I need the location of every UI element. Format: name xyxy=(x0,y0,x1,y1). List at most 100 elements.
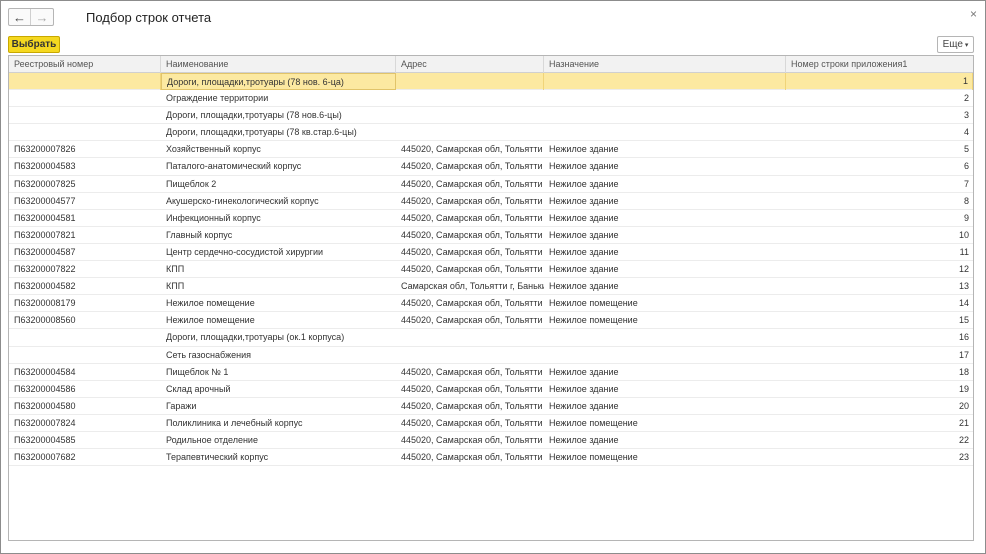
cell-registry-number: П63200004580 xyxy=(14,400,76,411)
cell-registry-number: П63200004584 xyxy=(14,366,76,377)
cell-address: Самарская обл, Тольятти г, Банькина... xyxy=(401,281,544,292)
cell-address: 445020, Самарская обл, Тольятти г, Б... xyxy=(401,383,544,394)
cell-row-number: 20 xyxy=(958,400,969,411)
cell-purpose xyxy=(544,347,786,364)
table-row[interactable]: Дороги, площадки,тротуары (78 нов. 6-ца)… xyxy=(9,73,973,91)
cell-purpose: Нежилое помещение xyxy=(549,298,638,309)
cell-registry-number: П63200007821 xyxy=(14,229,76,240)
table-row[interactable]: П63200004584 Пищеблок № 1 445020, Самарска… xyxy=(9,364,973,381)
cell-name: Нежилое помещение xyxy=(166,298,255,309)
cell-address: 445020, Самарская обл, Тольятти г, Б... xyxy=(401,400,544,411)
cell-purpose: Нежилое помещение xyxy=(549,417,638,428)
rows-table[interactable]: Реестровый номер Наименование Адрес Назн… xyxy=(8,55,974,541)
cell-row-number: 23 xyxy=(958,452,969,463)
cell-address: 445020, Самарская обл, Тольятти г, Б... xyxy=(401,452,544,463)
table-row[interactable]: П63200004580 Гаражи 445020, Самарская обл,… xyxy=(9,398,973,415)
cell-name: Хозяйственный корпус xyxy=(166,144,261,155)
cell-registry-number: П63200004586 xyxy=(14,383,76,394)
cell-purpose xyxy=(544,73,786,90)
cell-row-number: 14 xyxy=(958,298,969,309)
cell-registry-number: П63200007826 xyxy=(14,144,76,155)
table-row[interactable]: П63200007822 КПП 445020, Самарская обл, То… xyxy=(9,261,973,279)
cell-name: Родильное отделение xyxy=(166,434,258,445)
cell-purpose: Нежилое здание xyxy=(549,383,619,394)
cell-registry-number xyxy=(9,107,161,124)
cell-address: 445020, Самарская обл, Тольятти г, Б... xyxy=(401,417,544,428)
cell-registry-number: П63200004585 xyxy=(14,434,76,445)
forward-arrow-icon[interactable]: → xyxy=(31,9,53,25)
cell-address: 445020, Самарская обл, Тольятти г, Б... xyxy=(401,195,544,206)
table-row[interactable]: П63200004583 Паталого-анатомический корпу… xyxy=(9,158,973,176)
table-row[interactable]: Сеть газоснабжения 17 xyxy=(9,347,973,364)
cell-address: 445020, Самарская обл, Тольятти г, Б... xyxy=(401,178,544,189)
cell-registry-number: П63200008560 xyxy=(14,315,76,326)
cell-name: Центр сердечно-сосудистой хирургии xyxy=(166,246,323,257)
cell-address: 445020, Самарская обл, Тольятти г, Б... xyxy=(401,264,544,275)
table-row[interactable]: П63200007824 Поликлиника и лечебный корпу… xyxy=(9,415,973,432)
table-row[interactable]: П63200004585 Родильное отделение 445020, С… xyxy=(9,432,973,450)
table-row[interactable]: П63200007682 Терапевтический корпус 445020… xyxy=(9,449,973,467)
cell-name: Склад арочный xyxy=(166,383,231,394)
cell-row-number: 1 xyxy=(786,73,973,90)
cell-name: Терапевтический корпус xyxy=(166,452,269,463)
cell-registry-number xyxy=(9,347,161,364)
column-header-address[interactable]: Адрес xyxy=(396,56,544,73)
cell-address: 445020, Самарская обл, Тольятти г, Б... xyxy=(401,144,544,155)
close-icon[interactable]: × xyxy=(970,7,977,21)
cell-row-number: 12 xyxy=(958,264,969,275)
table-row[interactable]: П63200007825 Пищеблок 2 445020, Самарская … xyxy=(9,176,973,193)
column-header-row-number[interactable]: Номер строки приложения1 xyxy=(786,56,973,73)
table-row[interactable]: Дороги, площадки,тротуары (78 кв.стар.6-… xyxy=(9,124,973,142)
table-row[interactable]: П63200007821 Главный корпус 445020, Самарс… xyxy=(9,227,973,244)
cell-purpose: Нежилое здание xyxy=(549,434,619,445)
cell-registry-number: П63200007822 xyxy=(14,264,76,275)
table-row[interactable]: П63200004577 Акушерско-гинекологический к… xyxy=(9,193,973,210)
back-arrow-icon[interactable]: ← xyxy=(9,9,31,25)
table-row[interactable]: Дороги, площадки,тротуары (ок.1 корпуса)… xyxy=(9,329,973,347)
cell-registry-number: П63200004587 xyxy=(14,246,76,257)
table-row[interactable]: П63200008179 Нежилое помещение 445020, Сам… xyxy=(9,295,973,313)
column-header-name[interactable]: Наименование xyxy=(161,56,396,73)
cell-row-number: 3 xyxy=(963,110,969,121)
cell-name: Главный корпус xyxy=(166,229,233,240)
cell-purpose: Нежилое здание xyxy=(549,264,619,275)
cell-name: Дороги, площадки,тротуары (ок.1 корпуса) xyxy=(166,332,345,343)
cell-name: Сеть газоснабжения xyxy=(166,349,251,360)
cell-address: 445020, Самарская обл, Тольятти г, Б... xyxy=(401,315,544,326)
select-button[interactable]: Выбрать xyxy=(8,36,60,53)
table-row[interactable]: П63200008560 Нежилое помещение 445020, Сам… xyxy=(9,312,973,330)
cell-registry-number xyxy=(9,124,161,141)
more-button-label: Еще xyxy=(942,39,963,50)
column-header-registry-number[interactable]: Реестровый номер xyxy=(9,56,161,73)
table-row[interactable]: П63200004581 Инфекционный корпус 445020, С… xyxy=(9,210,973,227)
cell-address xyxy=(396,347,544,364)
cell-registry-number xyxy=(9,73,161,90)
more-button[interactable]: Еще ▾ xyxy=(937,36,974,53)
table-row[interactable]: П63200004582 КПП Самарская обл, Тольятти г… xyxy=(9,278,973,296)
table-row[interactable]: П63200004586 Склад арочный 445020, Самарск… xyxy=(9,381,973,398)
cell-registry-number xyxy=(9,329,161,346)
cell-name: Акушерско-гинекологический корпус xyxy=(166,195,319,206)
cell-registry-number: П63200004581 xyxy=(14,212,76,223)
table-row[interactable]: Ограждение территории 2 xyxy=(9,90,973,108)
window-title: Подбор строк отчета xyxy=(86,10,212,25)
cell-name: КПП xyxy=(166,264,185,275)
cell-registry-number: П63200007825 xyxy=(14,178,76,189)
cell-registry-number: П63200004582 xyxy=(14,281,76,292)
cell-purpose xyxy=(544,90,786,107)
cell-row-number: 10 xyxy=(958,229,969,240)
caret-down-icon: ▾ xyxy=(964,41,969,49)
cell-address xyxy=(396,73,544,90)
cell-purpose: Нежилое помещение xyxy=(549,315,638,326)
column-header-purpose[interactable]: Назначение xyxy=(544,56,786,73)
cell-purpose: Нежилое здание xyxy=(549,281,619,292)
table-row[interactable]: П63200004587 Центр сердечно-сосудистой хи… xyxy=(9,244,973,262)
table-row[interactable]: П63200007826 Хозяйственный корпус 445020, … xyxy=(9,141,973,159)
cell-purpose: Нежилое здание xyxy=(549,246,619,257)
cell-address: 445020, Самарская обл, Тольятти г, Б... xyxy=(401,366,544,377)
cell-row-number: 13 xyxy=(958,281,969,292)
cell-purpose: Нежилое здание xyxy=(549,366,619,377)
cell-purpose: Нежилое здание xyxy=(549,144,619,155)
cell-purpose: Нежилое здание xyxy=(549,195,619,206)
table-row[interactable]: Дороги, площадки,тротуары (78 нов.6-цы) 3 xyxy=(9,107,973,125)
